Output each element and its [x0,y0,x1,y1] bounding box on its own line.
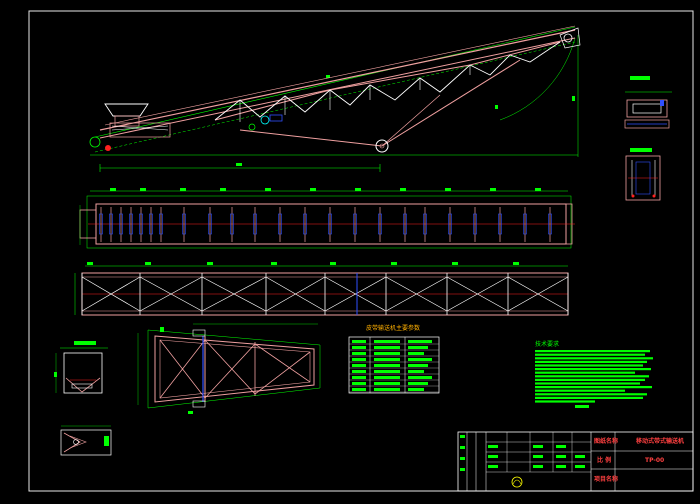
dimension-tag [87,262,93,265]
table-cell-note [408,376,432,379]
table-cell-value [374,382,400,385]
table-cell-note [408,382,428,385]
note-line [535,382,640,385]
table-cell-note [408,358,432,361]
note-line [535,350,650,353]
tb-cell-mark [488,445,498,448]
table-cell-label [352,364,366,367]
table-cell-label [352,382,366,385]
note-line [535,393,647,396]
note-line [535,386,652,389]
side-elevation-view [89,25,581,172]
hopper-detail-view [54,341,108,394]
tb-cell-mark [488,455,498,458]
cad-drawing-canvas: 皮带输送机主要参数 技术要求 图纸名称 移动式带式输送机 比 例 TP-00 项… [28,10,694,492]
table-cell-value [374,376,400,379]
end-view-bottom [625,148,661,201]
spec-table-title: 皮带输送机主要参数 [366,324,420,332]
top-view-idlers [79,188,575,249]
dimension-tag [513,262,519,265]
table-cell-value [374,388,400,391]
notes-heading: 技术要求 [535,340,559,348]
dimension-tag [110,188,116,191]
drawing-name: 移动式带式输送机 [636,437,684,445]
project-label: 项目名称 [594,475,618,483]
table-cell-label [352,346,366,349]
end-view-top [624,76,672,129]
table-cell-value [374,364,400,367]
note-line [535,389,625,392]
dimension-tag [391,262,397,265]
table-cell-label [352,340,366,343]
tb-cell-mark [488,465,498,468]
note-line [535,375,649,378]
note-line [535,396,643,399]
note-line [535,368,651,371]
tb-cell-mark [460,446,465,449]
dimension-tag [355,188,361,191]
note-line [535,360,647,363]
note-line [535,357,653,360]
dimension-tag [452,262,458,265]
table-cell-note [408,352,424,355]
table-cell-note [408,370,424,373]
front-view-truss [74,262,569,316]
table-cell-value [374,358,400,361]
support-frame-view [137,323,321,414]
tail-detail-view [60,425,112,456]
table-cell-value [374,340,400,343]
table-cell-label [352,376,366,379]
technical-notes: 技术要求 [535,340,653,408]
dimension-tag [180,188,186,191]
table-cell-note [408,364,428,367]
scale-label: 比 例 [597,456,611,464]
table-cell-value [374,346,400,349]
note-line [575,405,589,408]
dimension-tag [445,188,451,191]
dimension-tag [310,188,316,191]
table-cell-note [408,340,432,343]
table-cell-note [408,388,424,391]
table-cell-label [352,388,366,391]
dimension-tag [271,262,277,265]
tb-cell-mark [533,465,543,468]
tb-cell-mark [460,435,465,438]
tb-cell-mark [556,445,566,448]
note-line [535,364,643,367]
table-cell-value [374,352,400,355]
dimension-tag [535,188,541,191]
tb-cell-mark [575,465,585,468]
dimension-tag [220,188,226,191]
drawing-number: TP-00 [645,457,664,464]
dimension-tag [330,262,336,265]
tb-cell-mark [533,445,543,448]
spec-table: 皮带输送机主要参数 [348,324,440,394]
tb-cell-mark [575,455,585,458]
table-cell-label [352,358,366,361]
note-line [535,371,635,374]
table-cell-label [352,370,366,373]
tb-cell-mark [556,455,566,458]
dimension-tag [145,262,151,265]
tb-cell-mark [556,465,566,468]
tb-cell-mark [460,457,465,460]
dimension-tag [207,262,213,265]
table-cell-value [374,370,400,373]
drawing-name-label: 图纸名称 [594,437,618,445]
note-line [535,400,595,403]
tb-cell-mark [460,468,465,471]
note-line [535,378,645,381]
tb-cell-mark [533,455,543,458]
dimension-tag [265,188,271,191]
dimension-tag [490,188,496,191]
dimension-tag [400,188,406,191]
title-block: 图纸名称 移动式带式输送机 比 例 TP-00 项目名称 [457,431,694,492]
dimension-tag [140,188,146,191]
table-cell-note [408,346,428,349]
table-cell-label [352,352,366,355]
company-logo [511,476,523,488]
note-line [535,353,645,356]
